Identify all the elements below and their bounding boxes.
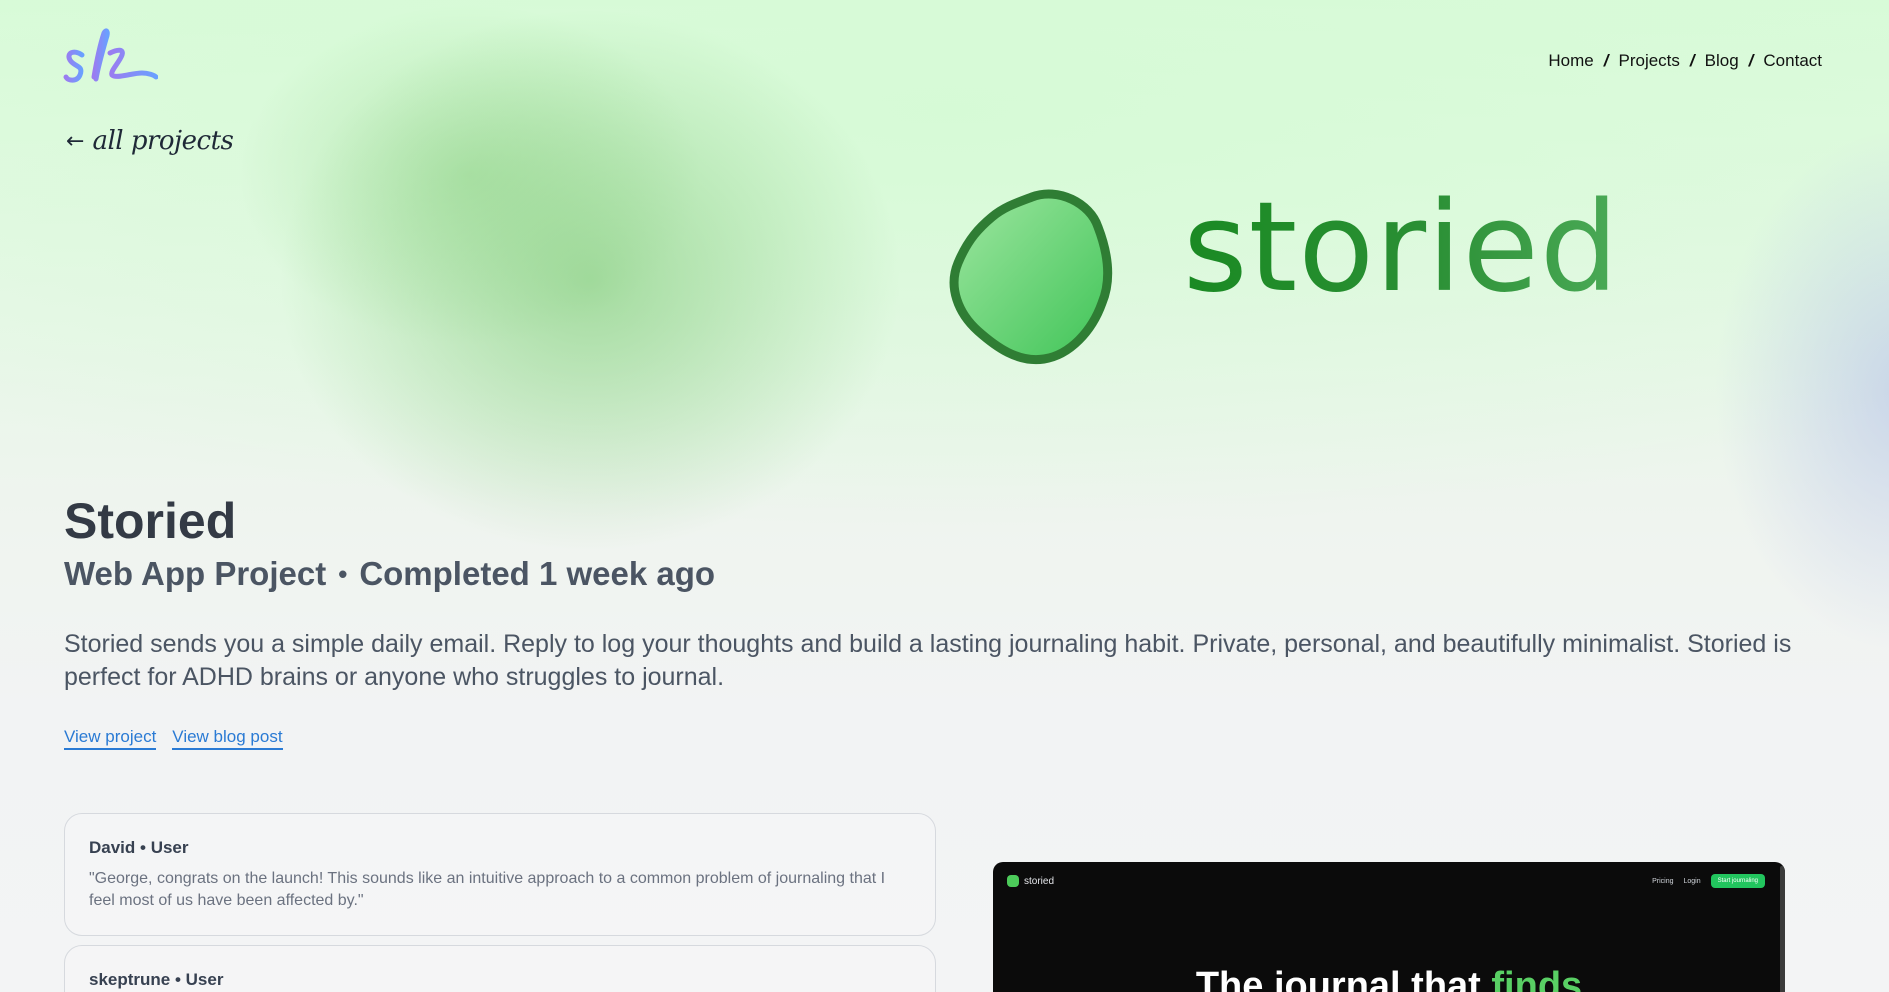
preview-nav-login: Login	[1683, 877, 1701, 885]
nav-blog-link[interactable]: Blog	[1705, 51, 1739, 71]
project-title: Storied	[64, 493, 237, 549]
preview-headline-main: The journal that	[1195, 965, 1492, 992]
storied-logo-icon	[949, 189, 1113, 365]
all-projects-link[interactable]: ← all projects	[66, 126, 234, 156]
preview-scrollbar	[1780, 866, 1785, 992]
nav-separator: /	[1689, 51, 1695, 70]
project-preview-screenshot: storied Pricing Login Start journaling T…	[993, 862, 1785, 992]
nav-separator: /	[1748, 51, 1754, 70]
preview-nav-pricing: Pricing	[1652, 877, 1674, 885]
separator-dot: •	[338, 558, 348, 589]
all-projects-label: all projects	[92, 126, 234, 156]
preview-logo: storied	[1007, 875, 1054, 887]
project-description: Storied sends you a simple daily email. …	[64, 630, 1792, 691]
view-project-link[interactable]: View project	[64, 727, 157, 750]
preview-headline: The journal that finds	[993, 965, 1785, 992]
nav-contact-link[interactable]: Contact	[1763, 51, 1822, 71]
preview-nav: Pricing Login Start journaling	[1652, 874, 1765, 888]
project-status: Completed 1 week ago	[359, 555, 716, 592]
main-nav: Home / Projects / Blog / Contact	[1548, 51, 1822, 71]
site-logo[interactable]	[62, 27, 158, 89]
comment-author: David • User	[89, 838, 189, 857]
nav-home-link[interactable]: Home	[1548, 51, 1593, 71]
project-type: Web App Project	[64, 555, 327, 592]
project-links: View project View blog post	[64, 727, 283, 750]
nav-separator: /	[1603, 51, 1609, 70]
preview-logo-text: storied	[1024, 875, 1055, 887]
comment-text: "George, congrats on the launch! This so…	[89, 870, 886, 909]
project-subtitle: Web App Project • Completed 1 week ago	[64, 555, 715, 593]
preview-headline-accent: finds	[1491, 965, 1583, 992]
view-blog-post-link[interactable]: View blog post	[172, 727, 283, 750]
comment-card: David • User "George, congrats on the la…	[64, 813, 936, 936]
storied-wordmark: storied	[1183, 176, 1620, 320]
comment-card: skeptrune • User	[64, 945, 936, 992]
preview-logo-icon	[1007, 875, 1019, 887]
comment-author: skeptrune • User	[89, 970, 224, 989]
preview-cta-button: Start journaling	[1710, 874, 1765, 888]
arrow-left-icon: ←	[66, 128, 85, 154]
nav-projects-link[interactable]: Projects	[1618, 51, 1679, 71]
